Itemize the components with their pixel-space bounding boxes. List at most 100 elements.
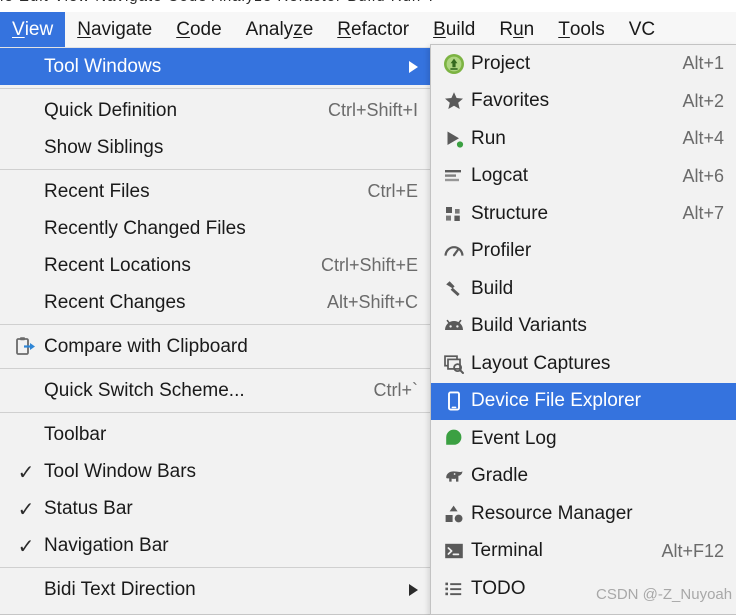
menu-gutter — [8, 284, 44, 321]
tool-window-item-build-variants[interactable]: Build Variants — [431, 308, 736, 346]
view-menu-item-label: Show Siblings — [44, 136, 164, 158]
clipped-title-strip: le Edit View Navigate Code Analyze Refac… — [0, 0, 736, 12]
profiler-gauge-icon — [437, 239, 471, 263]
chevron-right-icon — [409, 60, 418, 73]
menubar-item-view[interactable]: View — [0, 12, 66, 47]
tool-window-item-shortcut: Alt+1 — [682, 53, 724, 74]
menubar-item-tools[interactable]: Tools — [546, 12, 616, 47]
menu-separator — [0, 169, 432, 170]
menubar-item-vc[interactable]: VC — [617, 12, 667, 47]
view-menu-item-compare-with-clipboard[interactable]: Compare with Clipboard — [0, 328, 432, 365]
menu-gutter — [8, 210, 44, 247]
tool-window-item-label: Favorites — [471, 90, 550, 112]
resource-shapes-icon — [437, 502, 471, 526]
view-menu-item-shortcut: Ctrl+Shift+I — [327, 100, 418, 120]
event-bubble-icon — [437, 427, 471, 451]
menu-gutter — [8, 173, 44, 210]
tool-window-item-profiler[interactable]: Profiler — [431, 233, 736, 271]
view-menu-item-shortcut: Alt+Shift+C — [326, 292, 418, 312]
todo-list-icon — [437, 577, 471, 601]
view-menu-item-label: Quick Definition — [44, 99, 178, 121]
menubar-item-navigate[interactable]: Navigate — [65, 12, 164, 47]
android-project-icon — [437, 52, 471, 76]
view-menu-item-bidi-text-direction[interactable]: Bidi Text Direction — [0, 571, 432, 608]
tool-window-item-gradle[interactable]: Gradle — [431, 458, 736, 496]
tool-window-item-layout-captures[interactable]: Layout Captures — [431, 345, 736, 383]
view-menu-item-navigation-bar[interactable]: ✓ Navigation Bar — [0, 527, 432, 564]
tool-window-item-run[interactable]: Run Alt+4 — [431, 120, 736, 158]
view-menu-item-label: Tool Windows — [44, 55, 162, 77]
menu-separator — [0, 88, 432, 89]
view-menu-item-label: Toolbar — [44, 423, 107, 445]
tool-window-item-label: Resource Manager — [471, 502, 633, 524]
tool-window-item-build[interactable]: Build — [431, 270, 736, 308]
menubar-item-build[interactable]: Build — [421, 12, 487, 47]
view-menu-item-quick-definition[interactable]: Quick Definition Ctrl+Shift+I — [0, 92, 432, 129]
view-menu-item-label: Tool Window Bars — [44, 460, 197, 482]
view-menu-item-label: Recently Changed Files — [44, 217, 246, 239]
menu-separator — [0, 567, 432, 568]
view-menu-item-tool-windows[interactable]: Tool Windows — [0, 48, 432, 85]
tool-windows-submenu[interactable]: Project Alt+1 Favorites Alt+2 Run Alt+4 Log… — [430, 44, 736, 615]
tool-window-item-shortcut: Alt+6 — [682, 165, 724, 186]
view-menu-item-show-siblings[interactable]: Show Siblings — [0, 129, 432, 166]
view-menu-item-label: Compare with Clipboard — [44, 335, 248, 357]
logcat-lines-icon — [437, 164, 471, 188]
terminal-prompt-icon — [437, 539, 471, 563]
tool-window-item-logcat[interactable]: Logcat Alt+6 — [431, 158, 736, 196]
gradle-elephant-icon — [437, 464, 471, 488]
tool-window-item-favorites[interactable]: Favorites Alt+2 — [431, 83, 736, 121]
view-menu-item-label: Navigation Bar — [44, 534, 169, 556]
menu-gutter — [8, 92, 44, 129]
menubar-item-run[interactable]: Run — [487, 12, 546, 47]
android-head-icon — [437, 314, 471, 338]
menu-gutter — [8, 571, 44, 608]
run-play-icon — [437, 127, 471, 151]
view-menu-item-toolbar[interactable]: Toolbar — [0, 416, 432, 453]
view-menu-item-recent-files[interactable]: Recent Files Ctrl+E — [0, 173, 432, 210]
tool-window-item-label: Structure — [471, 202, 549, 224]
view-menu-item-recently-changed-files[interactable]: Recently Changed Files — [0, 210, 432, 247]
menu-gutter — [8, 416, 44, 453]
check-icon: ✓ — [17, 533, 35, 558]
tool-window-item-label: Run — [471, 127, 506, 149]
view-menu-item-recent-changes[interactable]: Recent Changes Alt+Shift+C — [0, 284, 432, 321]
tool-window-item-label: Device File Explorer — [471, 390, 641, 412]
view-menu-item-label: Quick Switch Scheme... — [44, 379, 245, 401]
tool-window-item-project[interactable]: Project Alt+1 — [431, 45, 736, 83]
view-menu-item-status-bar[interactable]: ✓ Status Bar — [0, 490, 432, 527]
tool-window-item-label: Build Variants — [471, 315, 587, 337]
view-menu-item-label: Bidi Text Direction — [44, 578, 196, 600]
view-menu-item-shortcut: Ctrl+Shift+E — [320, 255, 418, 275]
tool-window-item-device-file-explorer[interactable]: Device File Explorer — [431, 382, 736, 420]
view-menu-item-label: Status Bar — [44, 497, 133, 519]
view-menu-item-label: Recent Changes — [44, 291, 186, 313]
tool-window-item-shortcut: Alt+2 — [682, 90, 724, 111]
tool-window-item-terminal[interactable]: Terminal Alt+F12 — [431, 533, 736, 571]
layout-inspect-icon — [437, 352, 471, 376]
menubar-item-refactor[interactable]: Refactor — [325, 12, 421, 47]
phone-device-icon — [437, 389, 471, 413]
tool-window-item-structure[interactable]: Structure Alt+7 — [431, 195, 736, 233]
tool-window-item-shortcut: Alt+7 — [682, 203, 724, 224]
menubar-item-code[interactable]: Code — [164, 12, 233, 47]
tool-window-item-label: Project — [471, 52, 531, 74]
tool-window-item-resource-manager[interactable]: Resource Manager — [431, 495, 736, 533]
view-menu-item-quick-switch-scheme[interactable]: Quick Switch Scheme... Ctrl+` — [0, 372, 432, 409]
menu-gutter — [8, 129, 44, 166]
structure-blocks-icon — [437, 202, 471, 226]
view-menu-item-tool-window-bars[interactable]: ✓ Tool Window Bars — [0, 453, 432, 490]
chevron-right-icon — [409, 583, 418, 596]
tool-window-item-label: Terminal — [471, 540, 543, 562]
tool-window-item-label: Layout Captures — [471, 352, 611, 374]
check-icon: ✓ — [17, 459, 35, 484]
tool-window-item-label: Build — [471, 277, 514, 299]
view-menu-item-recent-locations[interactable]: Recent Locations Ctrl+Shift+E — [0, 247, 432, 284]
view-dropdown-menu[interactable]: Tool Windows Quick Definition Ctrl+Shift+I… — [0, 48, 433, 615]
menu-bar: View Navigate Code Analy z e Refactor Build Ru n T… — [0, 12, 736, 48]
tool-window-item-event-log[interactable]: Event Log — [431, 420, 736, 458]
view-menu-item-label: Recent Locations — [44, 254, 191, 276]
hammer-icon — [437, 277, 471, 301]
menu-separator — [0, 324, 432, 325]
menubar-item-analyze[interactable]: Analy z e — [234, 12, 326, 47]
